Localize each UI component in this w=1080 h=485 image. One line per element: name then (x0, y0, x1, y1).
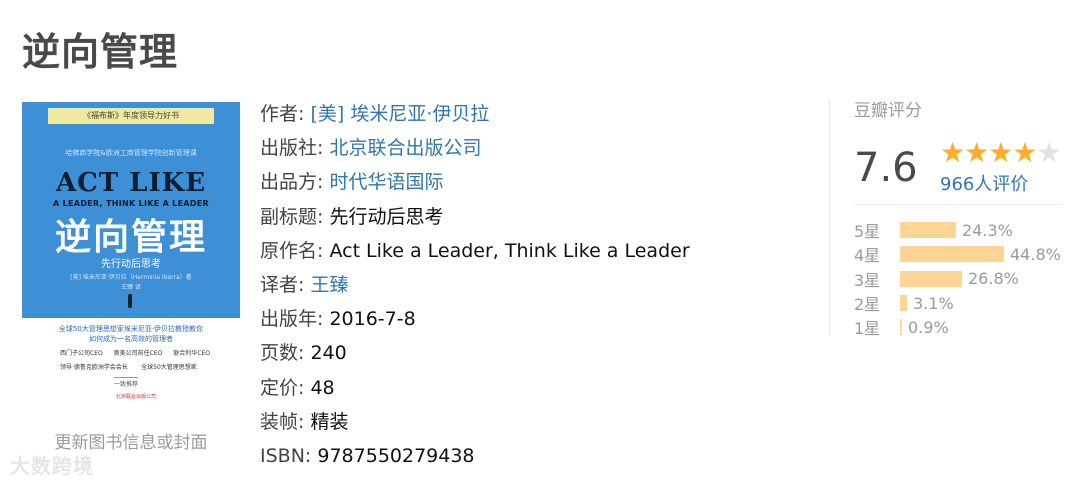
info-label: 出版社: (260, 137, 324, 160)
cover-blurb-line: 如何成为一名高效的管理者 (89, 335, 173, 343)
info-publisher: 出版社: 北京联合出版公司 (260, 134, 690, 168)
rating-bar-label: 2星 (854, 295, 881, 315)
info-producer: 出品方: 时代华语国际 (260, 168, 690, 202)
rating-bar-row: 1星 0.9% (854, 315, 1061, 339)
book-info: 作者: [美] 埃米尼亚·伊贝拉 出版社: 北京联合出版公司 出品方: 时代华语… (260, 100, 690, 476)
rating-bar-row: 4星 44.8% (854, 242, 1061, 266)
rating-divider (854, 204, 1062, 205)
cover-publisher: 北京联合出版公司 (116, 394, 157, 400)
info-pub-date: 出版年: 2016-7-8 (260, 305, 690, 339)
endorse-item: 领导·德鲁克欧洲学会会长 (60, 364, 128, 371)
cover-blue-panel: 《福布斯》年度领导力好书 哈佛商学院&欧洲工商管理学院创新管理课 ACT LIK… (22, 102, 240, 318)
cover-banner: 《福布斯》年度领导力好书 (48, 108, 214, 124)
info-label: 译者: (260, 273, 305, 296)
rating-bar-percent: 44.8% (1010, 244, 1061, 264)
rating-bar (900, 319, 902, 336)
info-binding: 装帧: 精装 (260, 408, 690, 442)
cover-subtitle-cn: 先行动后思考 (101, 259, 161, 270)
rating-bar-label: 5星 (854, 222, 881, 242)
info-value: 240 (310, 342, 347, 365)
info-label: 作者: (260, 103, 305, 125)
cover-blurb: 全球50大管理思想家埃米尼亚·伊贝拉教授教你 如何成为一名高效的管理者 (22, 324, 240, 344)
rating-bar-label: 1星 (854, 319, 881, 339)
info-pages: 页数: 240 (260, 339, 690, 373)
info-label: ISBN: (260, 444, 312, 467)
rating-bar-percent: 24.3% (962, 220, 1013, 240)
rating-stars: ★★★★★ (940, 136, 1062, 169)
watermark-logo: 大数跨境 (10, 454, 94, 478)
star-icon: ★ (988, 136, 1013, 169)
info-author: 作者: [美] 埃米尼亚·伊贝拉 (260, 100, 690, 134)
votes-link[interactable]: 966人评价 (940, 170, 1028, 196)
cover-endorsements: 西门子公司CEO 奥美公司前任CEO 联合利华CEO 领导·德鲁克欧洲学会会长 … (60, 348, 210, 376)
rating-bar (900, 295, 907, 312)
rating-bar-label: 3星 (854, 270, 881, 290)
cover-tagline: 哈佛商学院&欧洲工商管理学院创新管理课 (65, 149, 197, 157)
info-isbn: ISBN: 9787550279438 (260, 442, 690, 476)
info-label: 副标题: (260, 205, 324, 228)
rating-breakdown: 5星 24.3% 4星 44.8% 3星 26.8% 2星 3.1% 1星 0.… (854, 218, 1061, 339)
cover-translator: 王臻 译 (121, 284, 141, 291)
info-label: 出品方: (260, 171, 324, 194)
endorse-row: 领导·德鲁克欧洲学会会长 全球50大管理思想家 (60, 362, 210, 371)
cover-subtitle-en: A LEADER, THINK LIKE A LEADER (53, 199, 209, 208)
rating-panel: 豆瓣评分 7.6 ★★★★★ 966人评价 5星 24.3% 4星 44.8% … (829, 100, 1080, 339)
rating-score: 7.6 (854, 145, 918, 191)
info-label: 出版年: (260, 308, 324, 331)
producer-link[interactable]: 时代华语国际 (329, 171, 443, 193)
endorse-item: 西门子公司CEO (60, 350, 103, 357)
info-value: 48 (310, 376, 335, 399)
info-translator: 译者: 王臻 (260, 271, 690, 305)
info-subtitle: 副标题: 先行动后思考 (260, 203, 690, 237)
info-label: 装帧: (260, 410, 305, 433)
rating-bar-row: 3星 26.8% (854, 267, 1061, 291)
info-value: 先行动后思考 (329, 205, 444, 228)
info-label: 原作名: (260, 239, 324, 262)
rating-bar-row: 5星 24.3% (854, 218, 1061, 242)
book-title: 逆向管理 (22, 30, 179, 74)
rating-bar-percent: 0.9% (908, 317, 949, 337)
info-label: 页数: (260, 342, 305, 365)
info-value: 9787550279438 (317, 444, 475, 467)
star-icon: ★ (964, 136, 989, 169)
info-label: 定价: (260, 376, 305, 399)
cover-title-en: ACT LIKE (55, 168, 207, 198)
translator-link[interactable]: 王臻 (310, 274, 348, 296)
cover-title-cn: 逆向管理 (54, 217, 207, 258)
info-value: Act Like a Leader, Think Like a Leader (329, 239, 690, 262)
cover-blurb-line: 全球50大管理思想家埃米尼亚·伊贝拉教授教你 (58, 325, 204, 333)
info-value: 2016-7-8 (329, 308, 416, 331)
rating-header: 豆瓣评分 (854, 101, 922, 121)
rating-bar (900, 270, 962, 287)
rating-bar (900, 246, 1004, 263)
endorse-row: 西门子公司CEO 奥美公司前任CEO 联合利华CEO (60, 348, 210, 357)
rating-bar (900, 222, 956, 239)
endorse-item: 联合利华CEO (173, 350, 210, 357)
rating-bar-percent: 3.1% (913, 293, 954, 313)
rating-bar-percent: 26.8% (968, 269, 1019, 289)
star-icon: ★ (940, 136, 965, 169)
cover-recommend: 一致推荐 (114, 377, 139, 388)
rating-bar-label: 4星 (854, 246, 881, 266)
info-value: 精装 (310, 410, 349, 433)
author-link[interactable]: [美] 埃米尼亚·伊贝拉 (310, 103, 489, 125)
key-icon (128, 294, 132, 308)
info-original-title: 原作名: Act Like a Leader, Think Like a Lea… (260, 237, 690, 271)
endorse-item: 奥美公司前任CEO (113, 350, 163, 357)
cover-author: [美] 埃米尼亚·伊贝拉（Herminia Ibarra）著 (70, 274, 192, 281)
star-icon: ★ (1012, 136, 1037, 169)
endorse-item: 全球50大管理思想家 (141, 364, 197, 371)
rating-bar-row: 2星 3.1% (854, 291, 1061, 315)
info-price: 定价: 48 (260, 374, 690, 408)
book-cover-image[interactable]: 《福布斯》年度领导力好书 哈佛商学院&欧洲工商管理学院创新管理课 ACT LIK… (22, 102, 240, 412)
star-icon: ★ (1036, 136, 1061, 169)
publisher-link[interactable]: 北京联合出版公司 (329, 137, 481, 159)
